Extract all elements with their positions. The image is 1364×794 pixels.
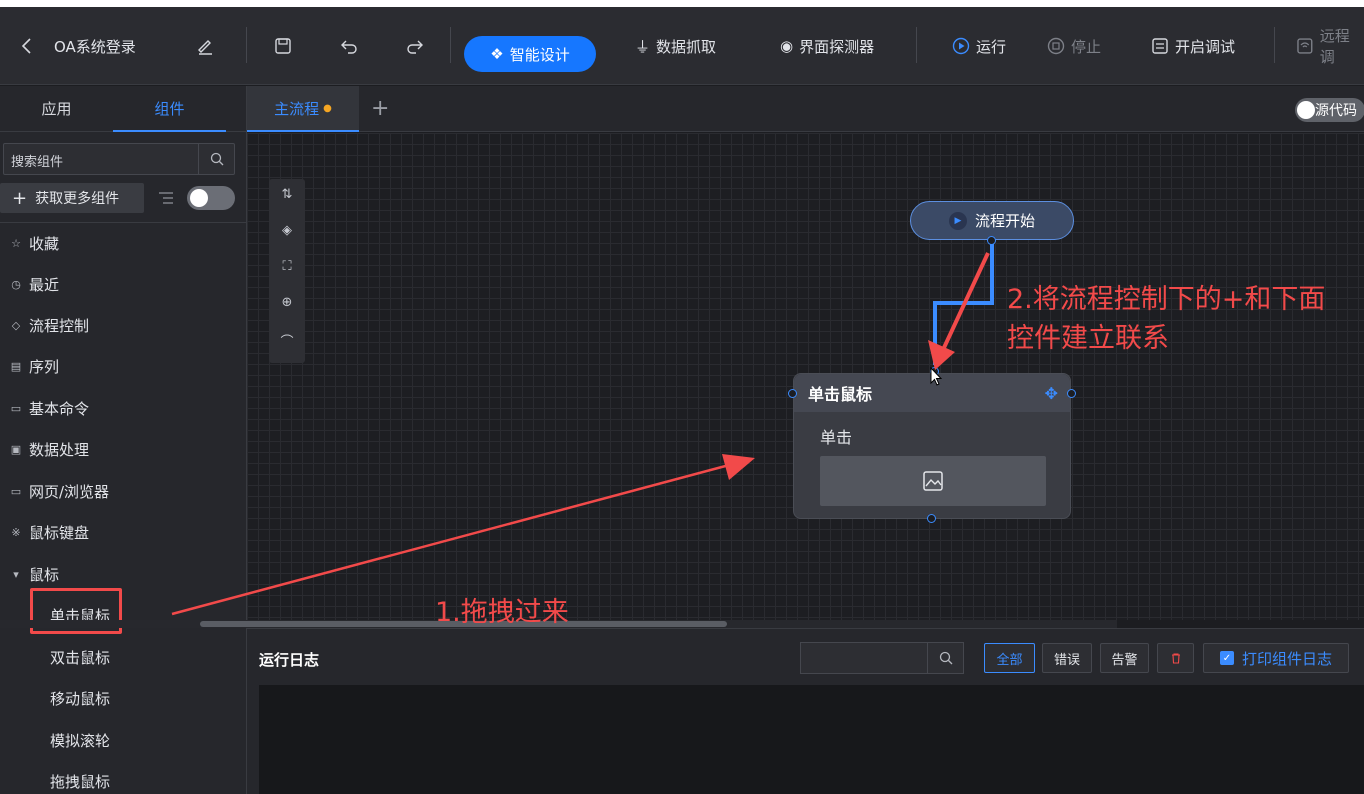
checkmark-icon: ✓	[1219, 651, 1234, 665]
log-output-area[interactable]	[259, 685, 1364, 794]
filter-all-button[interactable]: 全部	[984, 643, 1035, 673]
annotation-step2-line2: 控件建立联系	[1007, 323, 1169, 354]
search-icon	[939, 651, 952, 665]
log-search-button[interactable]	[927, 643, 963, 673]
log-search-input[interactable]	[800, 642, 964, 674]
annotation-step2-line1: 2.将流程控制下的+和下面	[1007, 284, 1326, 315]
trash-icon	[1171, 653, 1180, 664]
print-component-log-checkbox[interactable]: ✓ 打印组件日志	[1203, 643, 1349, 673]
annotation-step1: 1.拖拽过来	[435, 597, 569, 628]
filter-warning-button[interactable]: 告警	[1100, 643, 1149, 673]
log-title: 运行日志	[259, 651, 320, 669]
print-log-label: 打印组件日志	[1241, 649, 1332, 668]
clear-log-button[interactable]	[1157, 643, 1194, 673]
filter-error-button[interactable]: 错误	[1042, 643, 1092, 673]
run-log-panel: 运行日志 全部 错误 告警 ✓ 打印组件日志	[247, 628, 1364, 794]
